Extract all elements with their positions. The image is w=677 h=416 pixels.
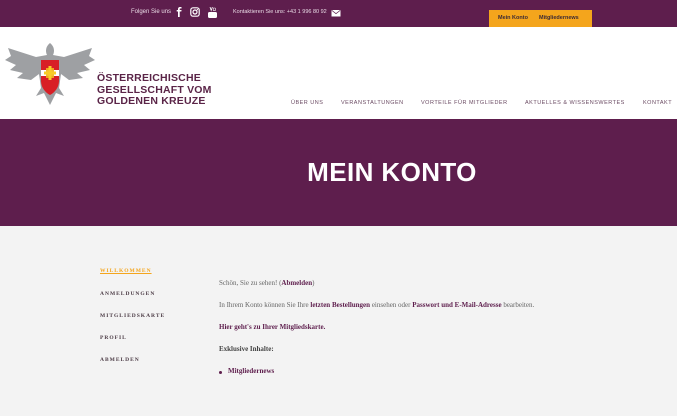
top-bar: Folgen Sie uns Kontaktieren Sie uns: +43…: [0, 0, 677, 27]
account-text-2: einsehen oder: [370, 301, 413, 309]
account-buttons: Mein Konto Mitgliedernews: [489, 10, 592, 27]
membership-card-link[interactable]: Hier geht's zu Ihrer Mitgliedskarte.: [219, 323, 325, 331]
orders-link[interactable]: letzten Bestellungen: [310, 301, 370, 309]
newsletter-button[interactable]: Mitgliedernews: [539, 15, 579, 21]
exclusive-content-heading: Exklusive Inhalte:: [219, 345, 274, 353]
nav-contact[interactable]: KONTAKT: [643, 100, 672, 106]
page-title: MEIN KONTO: [307, 157, 477, 187]
list-bullet-icon: [219, 371, 222, 374]
logout-link[interactable]: Abmelden: [281, 279, 312, 287]
account-text-3: bearbeiten.: [501, 301, 535, 309]
welcome-message: Schön, Sie zu sehen! (Abmelden): [219, 279, 314, 287]
welcome-prefix: Schön, Sie zu sehen! (: [219, 279, 282, 287]
nav-events[interactable]: VERANSTALTUNGEN: [341, 100, 404, 106]
member-news-link[interactable]: Mitgliedernews: [228, 367, 274, 375]
sidebar-item-profile[interactable]: PROFIL: [100, 335, 127, 341]
my-account-button[interactable]: Mein Konto: [498, 15, 528, 21]
welcome-suffix: ): [312, 279, 315, 287]
site-header: ÖSTERREICHISCHE GESELLSCHAFT VOM GOLDENE…: [0, 27, 677, 119]
logo-line-1: ÖSTERREICHISCHE: [97, 72, 201, 84]
logo-text[interactable]: ÖSTERREICHISCHE GESELLSCHAFT VOM GOLDENE…: [97, 72, 212, 108]
sidebar-item-registrations[interactable]: ANMELDUNGEN: [100, 291, 155, 297]
password-email-link[interactable]: Passwort und E-Mail-Adresse: [412, 301, 501, 309]
sidebar-item-welcome[interactable]: WILLKOMMEN: [100, 268, 152, 274]
sidebar-item-logout[interactable]: ABMELDEN: [100, 357, 140, 363]
facebook-icon[interactable]: [173, 6, 185, 18]
mail-icon[interactable]: [331, 8, 341, 18]
account-description: In Ihrem Konto können Sie Ihre letzten B…: [219, 301, 534, 309]
nav-news[interactable]: AKTUELLES & WISSENSWERTES: [525, 100, 625, 106]
instagram-icon[interactable]: [189, 6, 201, 18]
nav-about[interactable]: ÜBER UNS: [291, 100, 323, 106]
contact-text: Kontaktieren Sie uns: +43 1 996 80 92: [233, 9, 327, 15]
follow-text: Folgen Sie uns: [131, 9, 172, 15]
logo-line-3: GOLDENEN KREUZE: [97, 95, 206, 107]
account-text-1: In Ihrem Konto können Sie Ihre: [219, 301, 311, 309]
eagle-logo-icon[interactable]: [4, 38, 96, 108]
sidebar-item-membership-card[interactable]: MITGLIEDSKARTE: [100, 313, 165, 319]
nav-member-benefits[interactable]: VORTEILE FÜR MITGLIEDER: [421, 100, 508, 106]
youtube-icon[interactable]: [206, 6, 218, 18]
